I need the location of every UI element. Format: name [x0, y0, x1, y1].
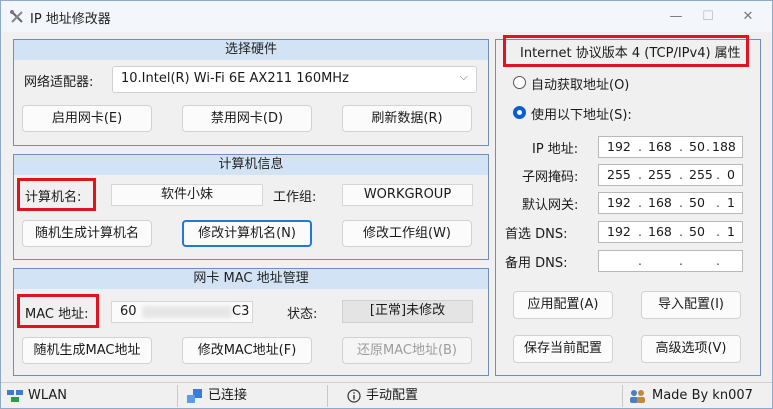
subnet-mask-label: 子网掩码: [522, 170, 579, 185]
dns1-input[interactable]: 192. 168. 50. 1 [598, 221, 743, 243]
import-config-button[interactable]: 导入配置(I) [641, 291, 741, 319]
manual-address-label[interactable]: 使用以下地址(S): [531, 104, 632, 123]
maximize-button[interactable]: ☐ [691, 5, 725, 29]
workgroup-label: 工作组: [273, 190, 317, 205]
workgroup-field[interactable]: WORKGROUP [342, 184, 473, 206]
tools-icon [10, 10, 23, 23]
app-window: IP 地址修改器 — ☐ ✕ 选择硬件 网络适配器: 10.Intel(R) W… [0, 0, 773, 409]
auto-address-label[interactable]: 自动获取地址(O) [531, 74, 629, 93]
dns1-label: 首选 DNS: [505, 227, 568, 242]
manual-address-radio[interactable] [513, 106, 526, 119]
minimize-button[interactable]: — [659, 5, 693, 29]
title-bar: IP 地址修改器 — ☐ ✕ [1, 1, 772, 32]
status-mode-text: 手动配置 [366, 388, 419, 403]
users-icon [630, 389, 645, 403]
computer-name-label: 计算机名: [25, 190, 82, 205]
close-button[interactable]: ✕ [731, 5, 765, 29]
computer-group-title: 计算机信息 [14, 155, 488, 175]
mac-status-field: [正常]未修改 [342, 300, 473, 323]
adapter-value: 10.Intel(R) Wi-Fi 6E AX211 160MHz [121, 71, 349, 86]
subnet-mask-input[interactable]: 255. 255. 255. 0 [598, 164, 743, 186]
hardware-group-title: 选择硬件 [14, 40, 488, 60]
refresh-data-button[interactable]: 刷新数据(R) [342, 105, 472, 132]
enable-adapter-button[interactable]: 启用网卡(E) [22, 105, 152, 132]
mac-prefix: 60 [120, 304, 137, 319]
status-author-text: Made By kn007 [652, 388, 753, 403]
mac-suffix: C3 [232, 304, 250, 319]
status-bar: WLAN 已连接 手动配置 Made By kn007 [1, 382, 772, 408]
modify-computer-name-button[interactable]: 修改计算机名(N) [182, 220, 312, 247]
apply-config-button[interactable]: 应用配置(A) [513, 291, 613, 319]
status-author: Made By kn007 [629, 385, 769, 407]
random-mac-button[interactable]: 随机生成MAC地址 [22, 337, 152, 364]
adapter-select[interactable]: 10.Intel(R) Wi-Fi 6E AX211 160MHz ⌵ [112, 66, 477, 93]
modify-mac-button[interactable]: 修改MAC地址(F) [182, 337, 312, 364]
mac-address-field[interactable]: 60 C3 [111, 301, 253, 323]
dns2-label: 备用 DNS: [505, 256, 568, 271]
save-config-button[interactable]: 保存当前配置 [513, 335, 613, 363]
connected-icon [187, 388, 202, 403]
status-label: 状态: [287, 307, 318, 322]
ip-label: IP 地址: [532, 142, 579, 157]
chevron-down-icon: ⌵ [459, 70, 468, 83]
gateway-input[interactable]: 192. 168. 50. 1 [598, 192, 743, 214]
adapter-label: 网络适配器: [24, 75, 94, 90]
gateway-label: 默认网关: [522, 198, 579, 213]
dns2-input[interactable]: . . . [598, 250, 743, 272]
disable-adapter-button[interactable]: 禁用网卡(D) [182, 105, 312, 132]
auto-address-radio[interactable] [513, 76, 526, 89]
status-connection-text: 已连接 [208, 388, 248, 403]
modify-workgroup-button[interactable]: 修改工作组(W) [342, 220, 472, 247]
mac-group-title: 网卡 MAC 地址管理 [14, 269, 488, 289]
status-network-text: WLAN [28, 388, 68, 403]
info-icon [347, 388, 361, 403]
mac-label: MAC 地址: [25, 307, 89, 322]
ip-address-input[interactable]: 192. 168. 50. 188 [598, 136, 743, 158]
window-title: IP 地址修改器 [30, 12, 111, 27]
restore-mac-button[interactable]: 还原MAC地址(B) [342, 337, 472, 364]
status-connection: 已连接 [187, 385, 328, 407]
status-network: WLAN [7, 385, 178, 407]
network-icon [7, 389, 23, 402]
random-computer-name-button[interactable]: 随机生成计算机名 [22, 220, 152, 247]
mac-redacted [142, 306, 232, 318]
computer-name-field[interactable]: 软件小妹 [111, 184, 263, 206]
advanced-options-button[interactable]: 高级选项(V) [641, 335, 741, 363]
ipv4-title: Internet 协议版本 4 (TCP/IPv4) 属性 [520, 46, 741, 61]
status-mode: 手动配置 [347, 385, 623, 407]
